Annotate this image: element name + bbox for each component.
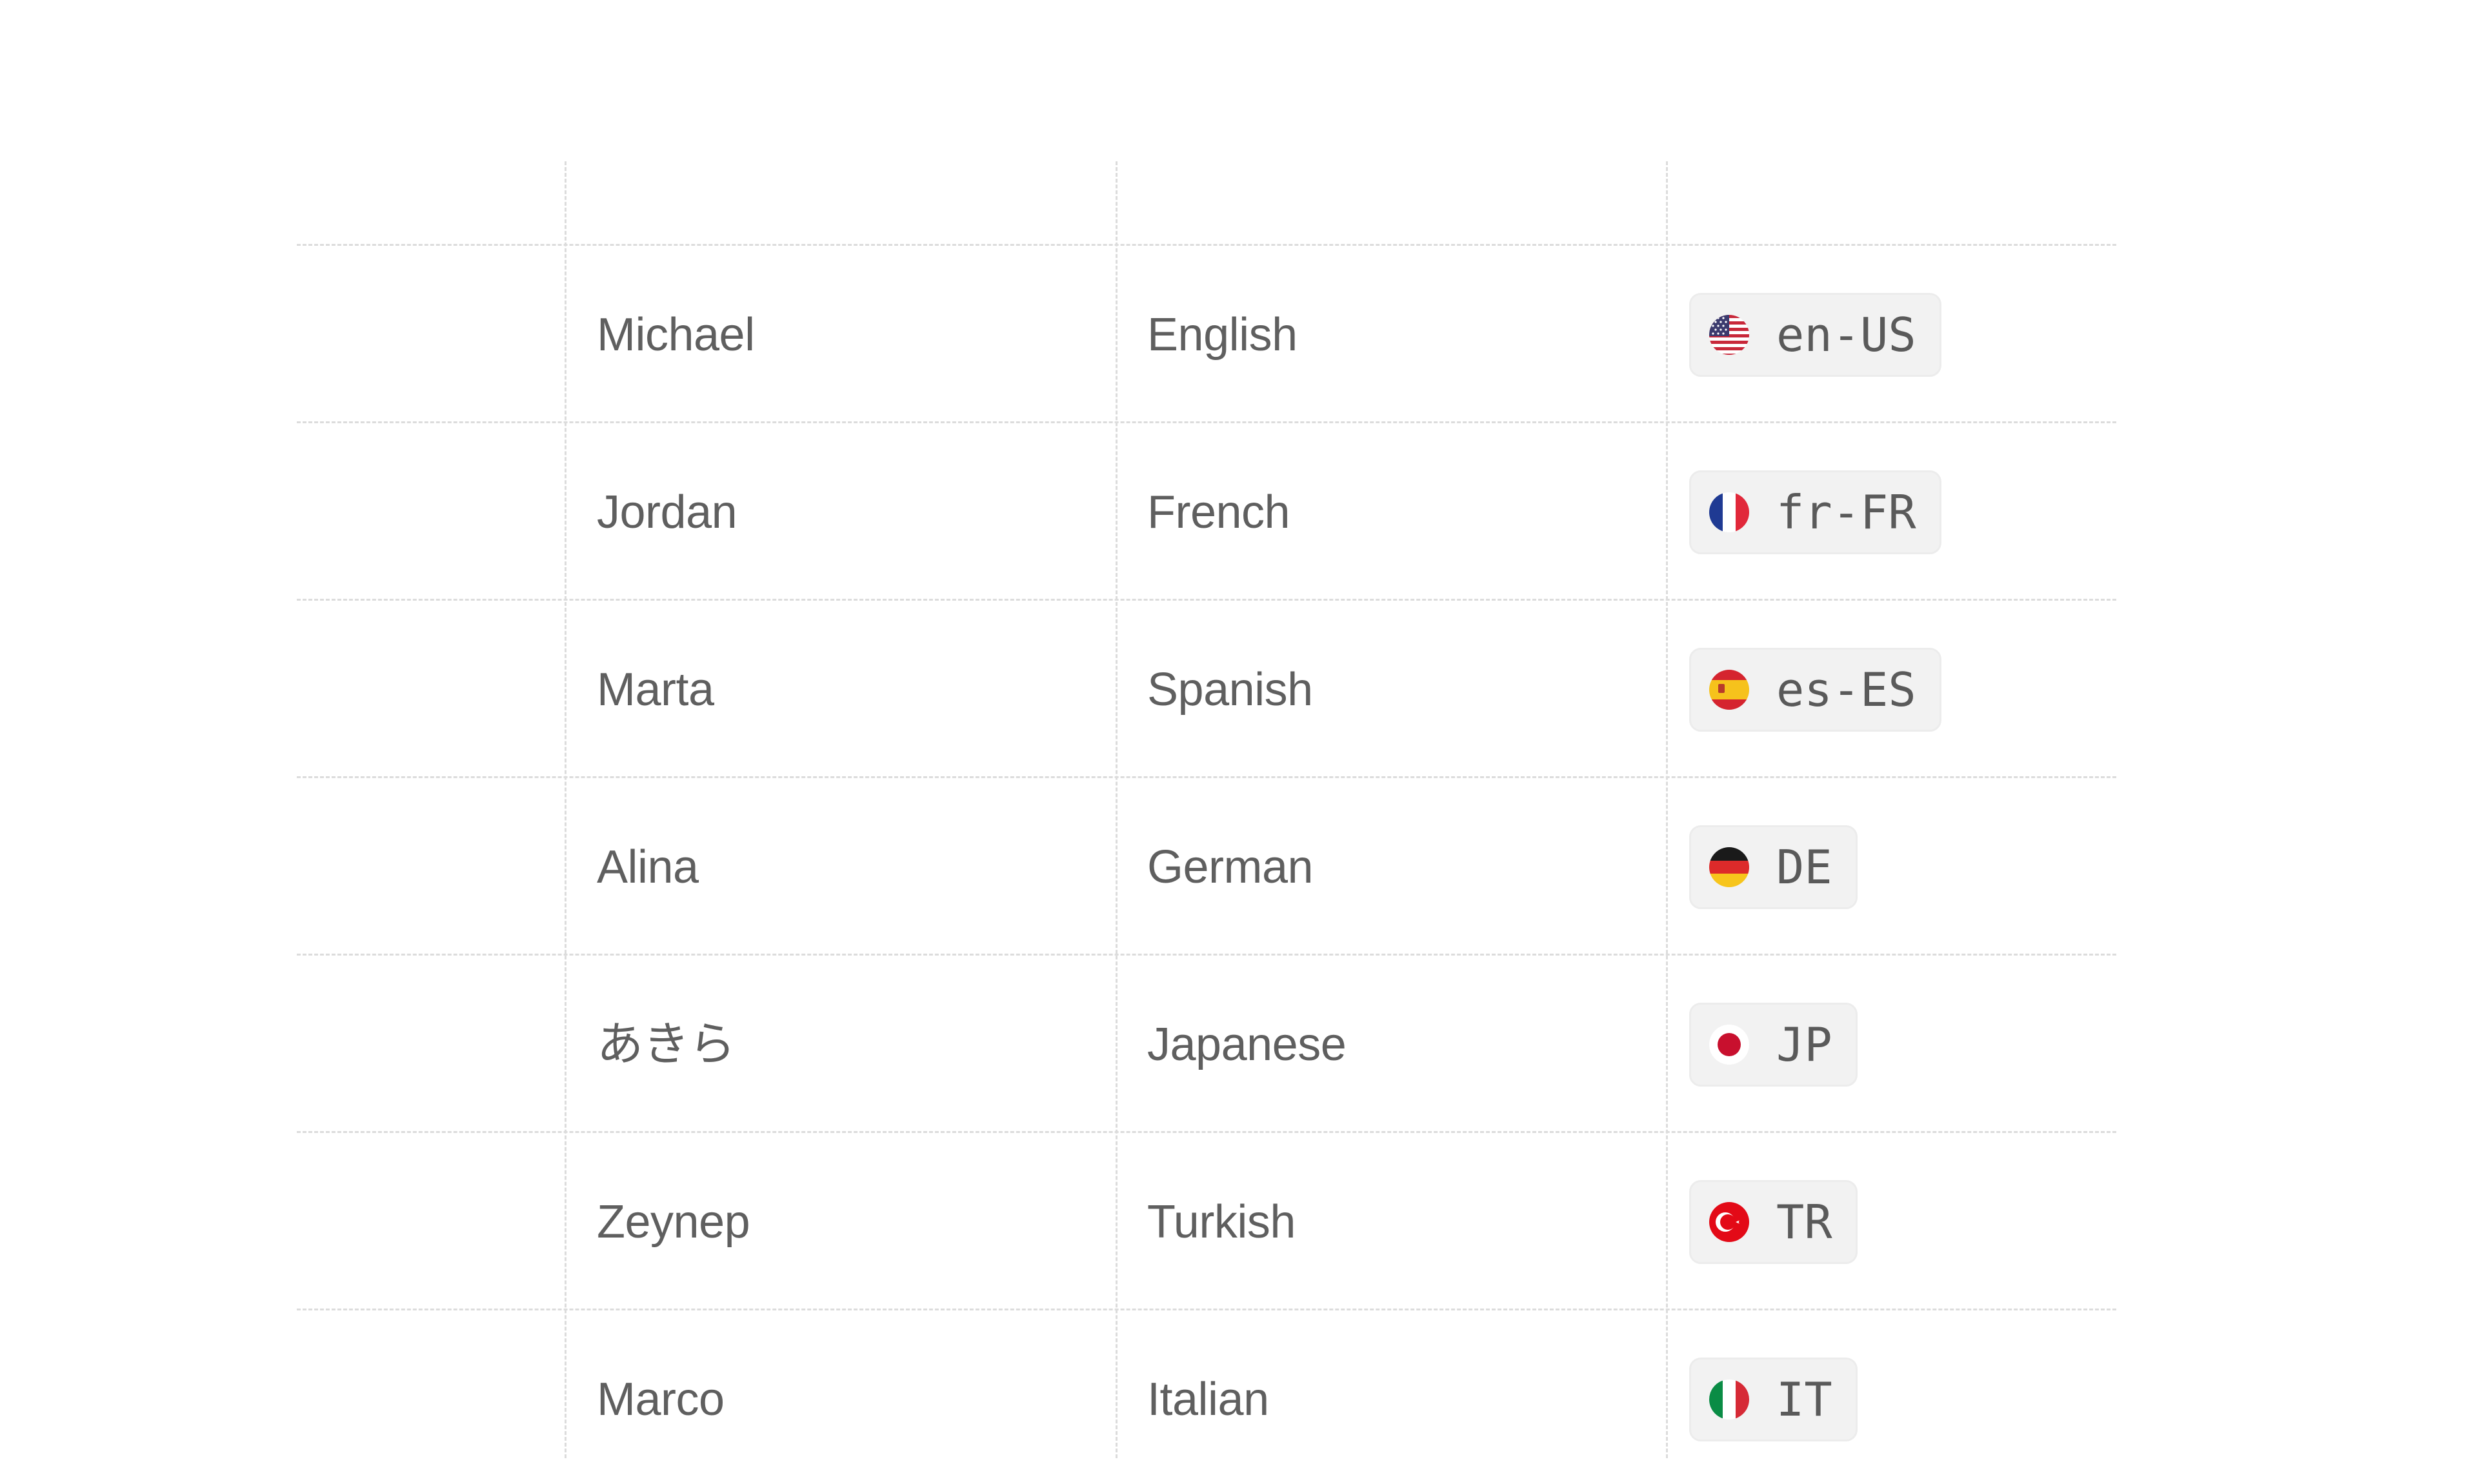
name-cell: Zeynep: [597, 1196, 750, 1248]
locale-code: en-US: [1776, 308, 1916, 362]
japan-flag-icon: [1709, 1025, 1749, 1065]
locale-badge: TR: [1689, 1180, 1858, 1264]
name-cell: あきら: [597, 1019, 736, 1070]
locale-code: DE: [1776, 840, 1832, 894]
france-flag-icon: [1709, 492, 1749, 532]
column-divider: [1116, 161, 1118, 1458]
language-cell: Italian: [1147, 1374, 1269, 1425]
row-divider: [297, 599, 2116, 601]
language-cell: Turkish: [1147, 1196, 1296, 1248]
turkey-flag-icon: [1709, 1202, 1749, 1242]
name-cell: Michael: [597, 309, 755, 361]
locale-table: Michael English en-US Jordan French fr-F…: [0, 0, 2466, 1484]
locale-code: IT: [1776, 1372, 1832, 1427]
row-divider: [297, 1309, 2116, 1310]
row-divider: [297, 1131, 2116, 1133]
locale-code: JP: [1776, 1018, 1832, 1072]
name-cell: Alina: [597, 841, 699, 893]
row-divider: [297, 776, 2116, 778]
italy-flag-icon: [1709, 1379, 1749, 1419]
language-cell: Spanish: [1147, 664, 1313, 716]
column-divider: [1666, 161, 1668, 1458]
locale-code: es-ES: [1776, 663, 1916, 717]
locale-badge: DE: [1689, 825, 1858, 909]
locale-badge: IT: [1689, 1358, 1858, 1441]
language-cell: French: [1147, 486, 1290, 538]
language-cell: English: [1147, 309, 1298, 361]
locale-badge: JP: [1689, 1003, 1858, 1087]
locale-badge: fr-FR: [1689, 470, 1941, 554]
locale-badge: es-ES: [1689, 648, 1941, 732]
row-divider: [297, 244, 2116, 246]
us-flag-icon: [1709, 315, 1749, 355]
row-divider: [297, 954, 2116, 956]
germany-flag-icon: [1709, 847, 1749, 887]
locale-badge: en-US: [1689, 293, 1941, 377]
spain-flag-icon: [1709, 670, 1749, 710]
locale-code: fr-FR: [1776, 485, 1916, 539]
row-divider: [297, 421, 2116, 423]
column-divider: [565, 161, 566, 1458]
language-cell: Japanese: [1147, 1019, 1347, 1070]
name-cell: Marta: [597, 664, 714, 716]
name-cell: Jordan: [597, 486, 737, 538]
language-cell: German: [1147, 841, 1314, 893]
name-cell: Marco: [597, 1374, 725, 1425]
locale-code: TR: [1776, 1195, 1832, 1249]
